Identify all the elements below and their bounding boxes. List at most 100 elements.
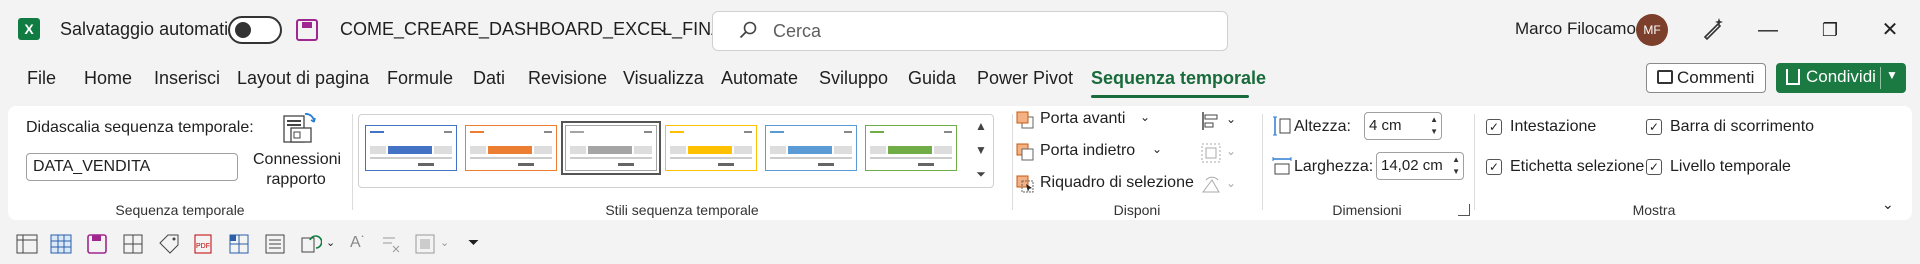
thumb-bar xyxy=(770,146,786,154)
thumb-row xyxy=(670,157,752,159)
borders-icon[interactable] xyxy=(122,234,144,254)
time-level-checkbox-label: Livello temporale xyxy=(1670,158,1791,175)
chevron-down-icon[interactable]: ▼ xyxy=(1886,68,1898,82)
customize-toolbar-icon[interactable]: ⏷ xyxy=(468,234,479,251)
share-button[interactable]: Condividi ▼ xyxy=(1776,63,1906,93)
tab-visualizza[interactable]: Visualizza xyxy=(623,68,704,89)
tab-inserisci[interactable]: Inserisci xyxy=(154,68,220,89)
chevron-down-icon: ⌄ xyxy=(1226,176,1237,190)
style-thumb-3[interactable] xyxy=(561,121,661,175)
group-label-dimensioni: Dimensioni xyxy=(1332,202,1402,218)
thumb-title xyxy=(770,131,784,133)
clear-formatting-icon xyxy=(383,237,400,253)
height-label: Altezza: xyxy=(1294,118,1351,135)
width-stepper[interactable]: 14,02 cm ▲ ▼ xyxy=(1376,152,1464,180)
grid-blue-icon[interactable] xyxy=(228,234,250,254)
share-icon xyxy=(1786,69,1800,85)
group-label-stili: Stili sequenza temporale xyxy=(605,202,759,218)
gallery-more[interactable]: ⏷ xyxy=(971,163,991,185)
thumb-row xyxy=(570,157,652,159)
minimize-button[interactable]: — xyxy=(1748,10,1788,50)
tab-sviluppo[interactable]: Sviluppo xyxy=(819,68,888,89)
dialog-launcher-icon[interactable] xyxy=(1458,204,1470,216)
thumb-row xyxy=(770,157,852,159)
report-connections-button[interactable]: Connessioni rapporto xyxy=(253,108,342,198)
header-checkbox-label: Intestazione xyxy=(1510,118,1597,135)
report-connections-label-line1: Connessioni xyxy=(253,151,342,168)
thumb-title xyxy=(570,131,584,133)
chevron-down-icon[interactable]: ⌄ xyxy=(656,17,669,37)
thumb-bar-selected xyxy=(388,146,432,154)
collapse-ribbon-icon[interactable]: ⌄ xyxy=(1882,196,1894,213)
chevron-down-icon: ⌄ xyxy=(1226,144,1237,158)
height-value: 4 cm xyxy=(1369,117,1402,134)
tab-layout[interactable]: Layout di pagina xyxy=(237,68,369,89)
timeline-styles-gallery: ▲ ▼ ⏷ xyxy=(358,114,994,188)
tab-revisione[interactable]: Revisione xyxy=(528,68,607,89)
chevron-down-icon[interactable]: ⌄ xyxy=(1226,112,1236,126)
thumb-bar-selected xyxy=(788,146,832,154)
table-icon[interactable] xyxy=(50,234,72,254)
share-separator xyxy=(1880,67,1881,89)
refresh-icon[interactable] xyxy=(300,234,322,254)
group-label-disponi: Disponi xyxy=(1113,202,1161,218)
comments-button[interactable]: Commenti xyxy=(1646,63,1766,93)
ribbon-tabs: File Home Inserisci Layout di pagina For… xyxy=(0,60,1920,100)
bring-forward-label: Porta avanti xyxy=(1040,110,1126,127)
check-icon: ✓ xyxy=(1646,119,1662,135)
quick-access-toolbar: PDF ⌄ A˙ ⌄ ⏷ xyxy=(0,224,1920,264)
bring-forward-icon xyxy=(1016,111,1034,129)
save-icon[interactable] xyxy=(296,19,318,41)
gallery-scroll-up[interactable]: ▲ xyxy=(971,115,991,137)
user-name[interactable]: Marco Filocamo xyxy=(1515,19,1636,39)
stepper-arrows[interactable]: ▲ ▼ xyxy=(1452,154,1460,178)
thumb-bar xyxy=(934,146,952,154)
height-stepper[interactable]: 4 cm ▲ ▼ xyxy=(1364,112,1442,140)
style-thumb-6[interactable] xyxy=(865,125,957,171)
thumb-scrollbar xyxy=(518,163,534,166)
thumb-bar xyxy=(870,146,886,154)
gallery-scroll-down[interactable]: ▼ xyxy=(971,139,991,161)
tab-sequenza-temporale[interactable]: Sequenza temporale xyxy=(1091,68,1266,89)
tab-home[interactable]: Home xyxy=(84,68,132,89)
restore-button[interactable]: ❐ xyxy=(1810,10,1850,50)
check-icon: ✓ xyxy=(1486,119,1502,135)
form-icon[interactable] xyxy=(264,234,286,254)
pdf-icon[interactable]: PDF xyxy=(192,234,214,254)
excel-logo-icon: X xyxy=(18,18,40,40)
thumb-bar xyxy=(834,146,852,154)
style-thumb-4[interactable] xyxy=(665,125,757,171)
autosave-toggle[interactable] xyxy=(228,16,282,44)
style-thumb-1[interactable] xyxy=(365,125,457,171)
search-box[interactable]: Cerca xyxy=(712,11,1228,51)
chevron-down-icon[interactable]: ⌄ xyxy=(326,236,335,249)
chevron-down-icon[interactable]: ⌄ xyxy=(1152,142,1162,156)
close-button[interactable]: ✕ xyxy=(1870,10,1910,50)
thumb-clear xyxy=(544,131,552,133)
thumb-scrollbar xyxy=(618,163,634,166)
save-icon[interactable] xyxy=(86,234,108,254)
thumb-clear xyxy=(444,131,452,133)
style-thumb-2[interactable] xyxy=(465,125,557,171)
thumb-bar xyxy=(634,146,652,154)
stepper-arrows[interactable]: ▲ ▼ xyxy=(1430,114,1438,138)
file-name[interactable]: COME_CREARE_DASHBOARD_EXCEL_FINAL.x... xyxy=(340,19,762,40)
tab-dati[interactable]: Dati xyxy=(473,68,505,89)
pen-sparkle-icon[interactable] xyxy=(1700,16,1726,42)
tab-power-pivot[interactable]: Power Pivot xyxy=(977,68,1073,89)
avatar[interactable]: MF xyxy=(1636,14,1668,46)
thumb-row xyxy=(870,157,952,159)
tag-icon[interactable] xyxy=(158,234,180,254)
tab-formule[interactable]: Formule xyxy=(387,68,453,89)
thumb-title xyxy=(470,131,484,133)
chevron-down-icon[interactable]: ⌄ xyxy=(1140,110,1150,124)
style-thumb-5[interactable] xyxy=(765,125,857,171)
caption-input[interactable]: DATA_VENDITA xyxy=(26,153,238,181)
width-label: Larghezza: xyxy=(1294,158,1374,175)
tab-automate[interactable]: Automate xyxy=(721,68,798,89)
tab-file[interactable]: File xyxy=(27,68,56,89)
align-icon[interactable] xyxy=(1200,110,1222,132)
pivot-table-icon[interactable] xyxy=(16,234,38,254)
tab-guida[interactable]: Guida xyxy=(908,68,956,89)
width-value: 14,02 cm xyxy=(1381,157,1443,174)
